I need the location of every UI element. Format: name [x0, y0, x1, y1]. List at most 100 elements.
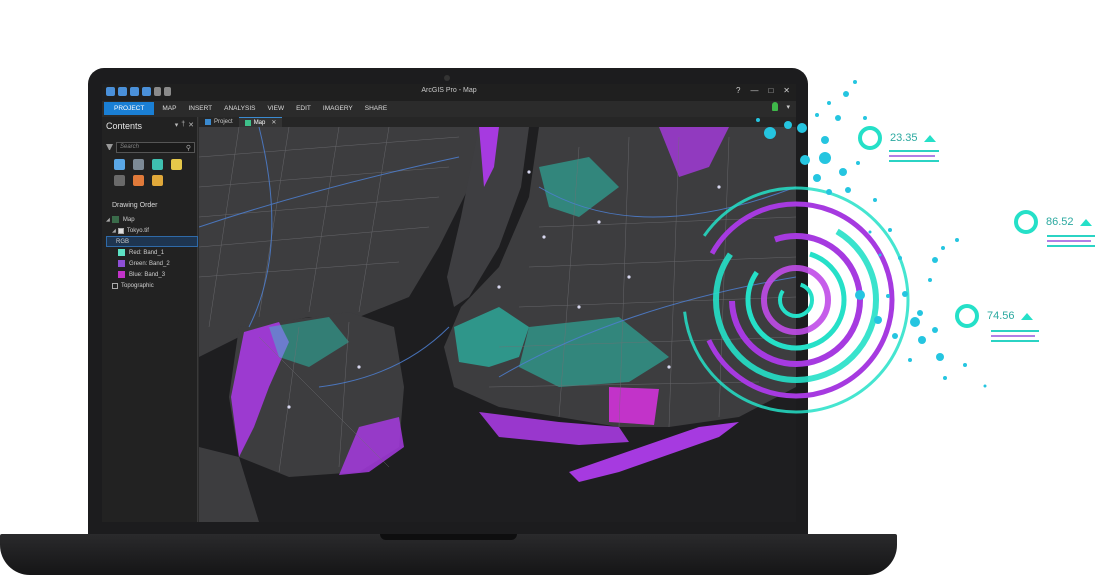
green-band-swatch [118, 260, 125, 267]
visibility-checkbox[interactable] [112, 282, 118, 289]
drawing-order-heading: Drawing Order [112, 202, 158, 209]
stat-ring-icon [858, 126, 882, 150]
window-controls: ? — □ ✕ [736, 86, 790, 95]
collapse-caret-icon[interactable]: ◢ [106, 217, 110, 223]
ribbon-menu-chevron-icon[interactable]: ▾ [786, 103, 790, 111]
map-canvas[interactable] [199, 127, 796, 522]
layer-tree: ◢ Map ◢ Tokyo.tif RGB Red: Band_1 Green:… [106, 214, 198, 291]
band-label: Green: Band_2 [129, 260, 170, 267]
laptop-base [0, 534, 897, 575]
maximize-button[interactable]: □ [768, 86, 773, 95]
map-view: Project Map ✕ [199, 117, 796, 522]
help-button[interactable]: ? [736, 86, 740, 95]
pin-icon[interactable]: † [181, 121, 185, 129]
map-layer-icon [111, 216, 119, 223]
filter-icon[interactable] [106, 144, 113, 151]
stat-ring-icon [1014, 210, 1038, 234]
bar-line [991, 335, 1035, 337]
ribbon-tabs: PROJECT MAP INSERT ANALYSIS VIEW EDIT IM… [102, 101, 796, 116]
stat-ring-icon [955, 304, 979, 328]
layer-label: Map [122, 216, 135, 223]
stat-2: 86.52 [1014, 210, 1092, 234]
tab-share[interactable]: SHARE [359, 102, 393, 115]
layer-label: RGB [116, 238, 130, 245]
up-arrow-icon [923, 134, 936, 142]
layer-map[interactable]: ◢ Map [106, 214, 198, 225]
list-by-editing-icon[interactable] [171, 159, 182, 170]
tab-imagery[interactable]: IMAGERY [317, 102, 359, 115]
list-by-source-icon[interactable] [133, 159, 144, 170]
view-tabs: Project Map ✕ [199, 117, 796, 127]
map-tab-icon [244, 119, 251, 126]
close-tab-icon[interactable]: ✕ [271, 118, 276, 128]
blue-band-swatch [118, 271, 125, 278]
band-blue: Blue: Band_3 [106, 269, 198, 280]
stat-value: 74.56 [987, 310, 1015, 322]
band-label: Blue: Band_3 [129, 271, 166, 278]
stat-1-bars [889, 150, 939, 165]
bar-line [1047, 240, 1091, 242]
user-icon[interactable] [772, 102, 779, 111]
contents-toolbar [114, 159, 183, 186]
bar-line [889, 160, 939, 162]
tab-map[interactable]: MAP [156, 102, 182, 115]
contents-pane: Contents ▾ † ✕ Search ⚲ Drawing Order ◢ … [102, 117, 198, 522]
up-arrow-icon [1020, 312, 1033, 320]
close-button[interactable]: ✕ [783, 86, 790, 95]
search-placeholder: Search [120, 144, 140, 150]
pane-close-icon[interactable]: ✕ [188, 121, 194, 129]
bar-line [991, 340, 1039, 342]
window-title: ArcGIS Pro - Map [421, 87, 477, 94]
collapse-caret-icon[interactable]: ◢ [112, 228, 116, 234]
pane-controls: ▾ † ✕ [175, 121, 194, 129]
minimize-button[interactable]: — [750, 86, 758, 95]
stage: ArcGIS Pro - Map ? — □ ✕ PROJECT MAP INS… [0, 0, 1097, 575]
stat-value: 23.35 [890, 132, 918, 144]
title-bar: ArcGIS Pro - Map ? — □ ✕ [102, 84, 796, 101]
stat-3-bars [991, 330, 1039, 345]
ribbon-right: ▾ [772, 102, 790, 111]
bar-line [889, 150, 939, 152]
app-window: ArcGIS Pro - Map ? — □ ✕ PROJECT MAP INS… [102, 84, 796, 522]
tab-analysis[interactable]: ANALYSIS [218, 102, 261, 115]
flood-map [199, 127, 796, 522]
tab-edit[interactable]: EDIT [290, 102, 317, 115]
tab-project[interactable]: PROJECT [104, 102, 155, 115]
list-by-labeling-icon[interactable] [133, 175, 144, 186]
bar-line [1047, 235, 1095, 237]
layer-tokyo-tif[interactable]: ◢ Tokyo.tif [106, 225, 198, 236]
stat-value: 86.52 [1046, 216, 1074, 228]
band-red: Red: Band_1 [106, 247, 198, 258]
list-by-snapping-icon[interactable] [114, 175, 125, 186]
stat-3: 74.56 [955, 304, 1033, 328]
stat-2-bars [1047, 235, 1095, 250]
flood-zone-jfk [609, 387, 659, 425]
layer-label: Tokyo.tif [126, 227, 149, 234]
visibility-checkbox[interactable] [117, 227, 124, 234]
view-tab-project[interactable]: Project [199, 117, 239, 127]
bar-line [1047, 245, 1095, 247]
pane-menu-chevron-icon[interactable]: ▾ [175, 121, 179, 129]
band-green: Green: Band_2 [106, 258, 198, 269]
layer-label: Topographic [121, 282, 154, 289]
up-arrow-icon [1079, 218, 1092, 226]
laptop-hinge-notch [380, 534, 517, 540]
list-by-selection-icon[interactable] [152, 159, 163, 170]
bar-line [991, 330, 1039, 332]
project-tab-icon [205, 119, 211, 125]
layer-topographic[interactable]: Topographic [106, 280, 198, 291]
list-by-drawing-order-icon[interactable] [114, 159, 125, 170]
tab-insert[interactable]: INSERT [182, 102, 218, 115]
bar-line [889, 155, 935, 157]
stat-1: 23.35 [858, 126, 936, 150]
contents-title: Contents [106, 121, 143, 131]
view-tab-label: Project [214, 119, 233, 125]
contents-search-input[interactable]: Search ⚲ [116, 142, 195, 153]
red-band-swatch [118, 249, 125, 256]
layer-rgb[interactable]: RGB [106, 236, 198, 247]
search-icon[interactable]: ⚲ [186, 144, 191, 152]
tab-view[interactable]: VIEW [261, 102, 290, 115]
view-tab-label: Map [253, 119, 266, 126]
view-tab-map[interactable]: Map ✕ [238, 117, 283, 128]
list-by-charts-icon[interactable] [152, 175, 163, 186]
